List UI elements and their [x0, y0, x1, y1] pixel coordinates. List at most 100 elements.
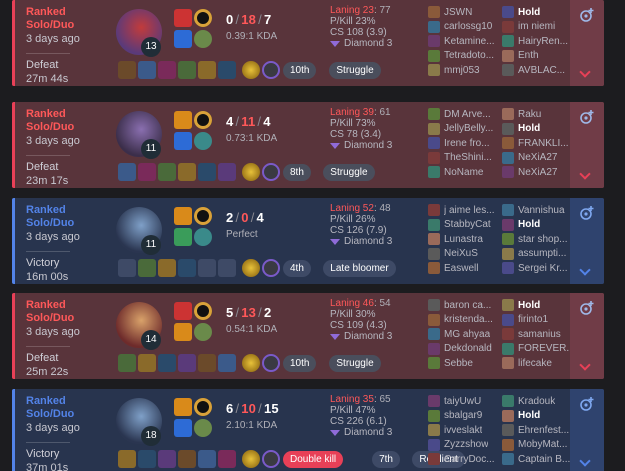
- summoner-name[interactable]: NoName: [444, 167, 483, 178]
- add-to-compare-icon[interactable]: [578, 299, 596, 317]
- summoner-spell-1-icon[interactable]: [174, 111, 192, 129]
- player-row[interactable]: NeXiA27: [502, 165, 577, 180]
- keystone-rune-icon[interactable]: [194, 302, 212, 320]
- player-row[interactable]: HairyRen...: [502, 34, 577, 49]
- player-row[interactable]: taiyUwU: [428, 394, 503, 409]
- summoner-name-self[interactable]: Hold: [518, 7, 540, 18]
- player-row[interactable]: NoName: [428, 165, 503, 180]
- player-row[interactable]: Vannishua: [502, 203, 577, 218]
- player-row[interactable]: MobyMat...: [502, 438, 577, 453]
- item-slot-icon[interactable]: [218, 354, 236, 372]
- control-ward-icon[interactable]: [262, 450, 280, 468]
- item-slot-icon[interactable]: [138, 163, 156, 181]
- summoner-spell-1-icon[interactable]: [174, 9, 192, 27]
- player-row[interactable]: Sebbe: [428, 356, 503, 371]
- summoner-name-self[interactable]: Hold: [518, 123, 540, 134]
- player-row[interactable]: AVBLAC...: [502, 63, 577, 78]
- summoner-name[interactable]: JSWN: [444, 7, 472, 18]
- player-row[interactable]: mmj053: [428, 63, 503, 78]
- summoner-name[interactable]: Vannishua: [518, 205, 565, 216]
- player-row[interactable]: Captain B...: [502, 452, 577, 467]
- summoner-name[interactable]: CarryDoc...: [444, 454, 495, 465]
- summoner-name[interactable]: im niemi: [518, 21, 555, 32]
- keystone-rune-icon[interactable]: [194, 207, 212, 225]
- control-ward-icon[interactable]: [262, 163, 280, 181]
- player-row[interactable]: Dekdonald: [428, 342, 503, 357]
- player-row[interactable]: sbalgar9: [428, 409, 503, 424]
- player-row[interactable]: DM Arve...: [428, 107, 503, 122]
- summoner-spell-1-icon[interactable]: [174, 302, 192, 320]
- summoner-name[interactable]: NeXiA27: [518, 152, 557, 163]
- summoner-name[interactable]: samanius: [518, 329, 561, 340]
- item-slot-icon[interactable]: [178, 259, 196, 277]
- summoner-name[interactable]: Irene fro...: [444, 138, 490, 149]
- match-card[interactable]: Ranked Solo/Duo 3 days ago Victory 37m 01s 1…: [12, 389, 604, 471]
- player-row[interactable]: Hold: [502, 409, 577, 424]
- summoner-name[interactable]: StabbyCat: [444, 219, 491, 230]
- item-slot-icon[interactable]: [218, 163, 236, 181]
- player-row[interactable]: FOREVER...: [502, 342, 577, 357]
- summoner-name[interactable]: FOREVER...: [518, 343, 575, 354]
- secondary-rune-icon[interactable]: [194, 323, 212, 341]
- player-row[interactable]: Lunastra: [428, 232, 503, 247]
- secondary-rune-icon[interactable]: [194, 419, 212, 437]
- trinket-ward-icon[interactable]: [242, 259, 260, 277]
- player-row[interactable]: Zyzzshow: [428, 438, 503, 453]
- player-row[interactable]: samanius: [502, 327, 577, 342]
- player-row[interactable]: firinto1: [502, 313, 577, 328]
- keystone-rune-icon[interactable]: [194, 398, 212, 416]
- player-row[interactable]: kristenda...: [428, 313, 503, 328]
- summoner-name[interactable]: Dekdonald: [444, 343, 492, 354]
- secondary-rune-icon[interactable]: [194, 30, 212, 48]
- item-slot-icon[interactable]: [138, 354, 156, 372]
- player-row[interactable]: Irene fro...: [428, 136, 503, 151]
- chevron-down-icon[interactable]: [579, 168, 591, 180]
- summoner-name[interactable]: firinto1: [518, 314, 548, 325]
- item-slot-icon[interactable]: [198, 354, 216, 372]
- summoner-spell-2-icon[interactable]: [174, 228, 192, 246]
- summoner-name[interactable]: assumpti...: [518, 248, 566, 259]
- summoner-name[interactable]: DM Arve...: [444, 109, 491, 120]
- player-row[interactable]: StabbyCat: [428, 218, 503, 233]
- player-row[interactable]: JellyBelly...: [428, 122, 503, 137]
- summoner-name[interactable]: MG ahyaa: [444, 329, 490, 340]
- summoner-name-self[interactable]: Hold: [518, 300, 540, 311]
- summoner-spell-2-icon[interactable]: [174, 419, 192, 437]
- item-slot-icon[interactable]: [178, 450, 196, 468]
- summoner-name[interactable]: Raku: [518, 109, 541, 120]
- keystone-rune-icon[interactable]: [194, 111, 212, 129]
- chevron-down-icon[interactable]: [579, 66, 591, 78]
- player-row[interactable]: TheShini...: [428, 151, 503, 166]
- player-row[interactable]: Ketamine...: [428, 34, 503, 49]
- summoner-name[interactable]: j aime les...: [444, 205, 495, 216]
- summoner-name[interactable]: NeXiA27: [518, 167, 557, 178]
- item-slot-icon[interactable]: [118, 354, 136, 372]
- summoner-spell-1-icon[interactable]: [174, 398, 192, 416]
- item-slot-icon[interactable]: [218, 259, 236, 277]
- summoner-spell-2-icon[interactable]: [174, 30, 192, 48]
- summoner-name[interactable]: Tetradoto...: [444, 50, 494, 61]
- item-slot-icon[interactable]: [198, 163, 216, 181]
- player-row[interactable]: NeiXuS: [428, 247, 503, 262]
- item-slot-icon[interactable]: [118, 450, 136, 468]
- item-slot-icon[interactable]: [198, 259, 216, 277]
- player-row[interactable]: Raku: [502, 107, 577, 122]
- summoner-name[interactable]: Sebbe: [444, 358, 473, 369]
- summoner-name[interactable]: kristenda...: [444, 314, 493, 325]
- trinket-ward-icon[interactable]: [242, 163, 260, 181]
- summoner-name-self[interactable]: Hold: [518, 219, 540, 230]
- player-row[interactable]: im niemi: [502, 20, 577, 35]
- summoner-name[interactable]: Captain B...: [518, 454, 570, 465]
- summoner-name[interactable]: Lunastra: [444, 234, 483, 245]
- add-to-compare-icon[interactable]: [578, 204, 596, 222]
- chevron-down-icon[interactable]: [579, 264, 591, 276]
- summoner-name[interactable]: mmj053: [444, 65, 480, 76]
- summoner-name[interactable]: Easwell: [444, 263, 478, 274]
- summoner-name[interactable]: Kradouk: [518, 396, 555, 407]
- summoner-name[interactable]: NeiXuS: [444, 248, 478, 259]
- match-card[interactable]: Ranked Solo/Duo 3 days ago Defeat 25m 22s 14…: [12, 293, 604, 379]
- item-slot-icon[interactable]: [158, 163, 176, 181]
- control-ward-icon[interactable]: [262, 61, 280, 79]
- summoner-name[interactable]: TheShini...: [444, 152, 492, 163]
- control-ward-icon[interactable]: [262, 259, 280, 277]
